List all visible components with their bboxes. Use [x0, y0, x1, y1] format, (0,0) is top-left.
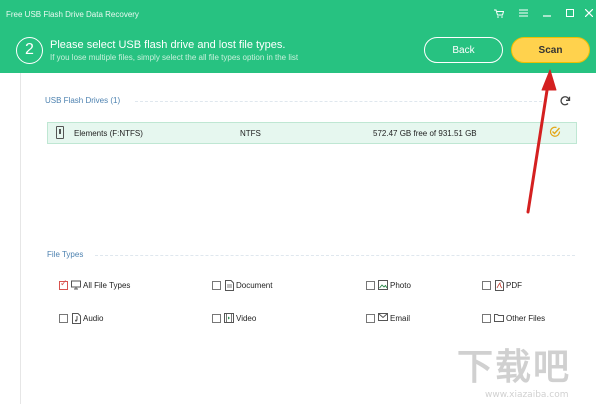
- drive-name: Elements (F:NTFS): [74, 129, 143, 138]
- checkbox[interactable]: [366, 280, 375, 290]
- filetype-label: Photo: [390, 280, 411, 290]
- file-types-title: File Types: [47, 250, 84, 259]
- video-icon: [224, 312, 234, 324]
- filetype-all[interactable]: All File Types: [59, 278, 130, 292]
- checkbox[interactable]: [212, 313, 221, 323]
- close-icon[interactable]: [583, 8, 595, 19]
- checkbox[interactable]: [482, 280, 491, 290]
- maximize-icon[interactable]: [564, 9, 576, 19]
- usb-drive-icon: [56, 126, 64, 139]
- drive-space: 572.47 GB free of 931.51 GB: [373, 129, 477, 138]
- drive-filesystem: NTFS: [240, 129, 261, 138]
- filetype-video[interactable]: Video: [212, 311, 256, 325]
- scan-button[interactable]: Scan: [511, 37, 590, 63]
- header-bar: Free USB Flash Drive Data Recovery 2 Ple…: [0, 0, 596, 73]
- filetype-audio[interactable]: Audio: [59, 311, 103, 325]
- file-types-divider: [95, 255, 575, 256]
- watermark-text: 下载吧: [457, 347, 572, 388]
- step-number: 2: [16, 37, 43, 64]
- usb-drives-title: USB Flash Drives (1): [45, 96, 121, 105]
- menu-icon[interactable]: [517, 9, 529, 19]
- filetype-document[interactable]: Document: [212, 278, 272, 292]
- monitor-icon: [71, 280, 81, 291]
- cart-icon[interactable]: [493, 9, 505, 20]
- filetype-pdf[interactable]: PDF: [482, 278, 522, 292]
- usb-section-divider: [135, 101, 547, 102]
- checkbox[interactable]: [366, 313, 375, 323]
- filetype-label: Other Files: [506, 313, 546, 323]
- step-title: Please select USB flash drive and lost f…: [50, 39, 286, 51]
- filetype-label: Document: [236, 280, 273, 290]
- drive-selected-check-icon[interactable]: [548, 126, 562, 140]
- filetype-label: Video: [236, 313, 257, 323]
- watermark-logo: 下载吧 www.xiazaiba.com: [457, 347, 593, 401]
- filetype-other[interactable]: Other Files: [482, 311, 545, 325]
- audio-icon: [71, 312, 81, 324]
- filetype-email[interactable]: Email: [366, 311, 410, 325]
- checkbox[interactable]: [59, 313, 68, 323]
- app-title: Free USB Flash Drive Data Recovery: [6, 10, 139, 19]
- drive-row[interactable]: Elements (F:NTFS) NTFS 572.47 GB free of…: [47, 122, 577, 144]
- step-subtitle: If you lose multiple files, simply selec…: [50, 53, 299, 62]
- filetype-label: Email: [390, 313, 411, 323]
- checkbox[interactable]: [482, 313, 491, 323]
- filetype-label: Audio: [83, 313, 104, 323]
- checkbox[interactable]: [212, 280, 221, 290]
- refresh-icon[interactable]: [558, 95, 572, 109]
- checkbox[interactable]: [59, 279, 68, 290]
- pdf-icon: [494, 279, 504, 291]
- filetype-photo[interactable]: Photo: [366, 278, 411, 292]
- photo-icon: [378, 279, 388, 291]
- minimize-icon[interactable]: [541, 9, 553, 19]
- back-button[interactable]: Back: [424, 37, 503, 63]
- filetype-label: PDF: [506, 280, 522, 290]
- watermark-url: www.xiazaiba.com: [485, 390, 569, 400]
- email-icon: [378, 312, 388, 324]
- document-icon: [224, 279, 234, 291]
- folder-icon: [494, 313, 504, 324]
- filetype-label: All File Types: [83, 280, 131, 290]
